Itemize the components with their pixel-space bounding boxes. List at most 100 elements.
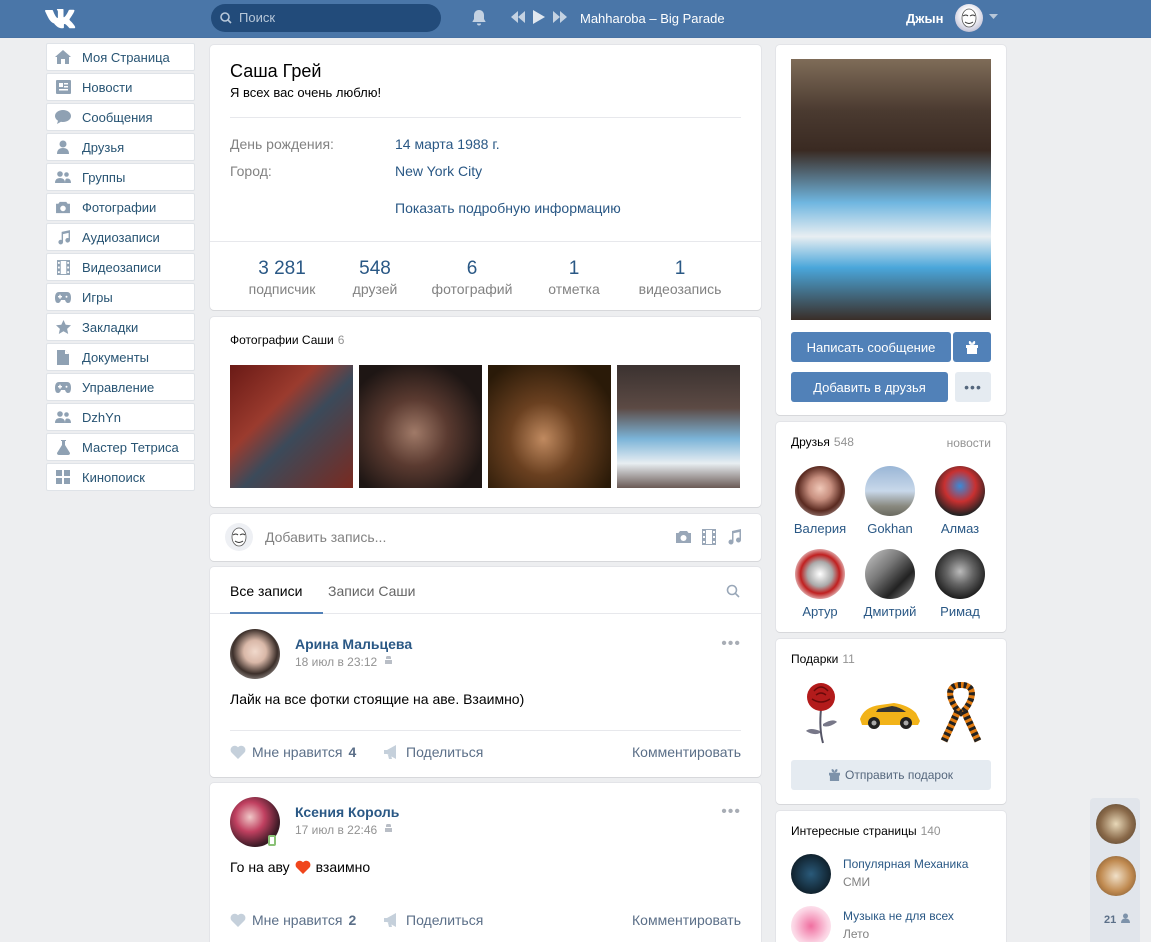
- friend-avatar: [935, 466, 985, 516]
- gift-rose-icon[interactable]: [796, 679, 846, 745]
- comment-button[interactable]: Комментировать: [632, 744, 741, 760]
- sidebar-item-label: Фотографии: [82, 199, 157, 215]
- sidebar-item[interactable]: Кинопоиск: [46, 463, 195, 491]
- photo-thumbnail[interactable]: [488, 365, 611, 488]
- next-track-icon[interactable]: [553, 11, 567, 23]
- write-message-button[interactable]: Написать сообщение: [791, 332, 951, 362]
- pages-title[interactable]: Интересные страницы 140: [791, 824, 941, 838]
- post-date[interactable]: 18 июл в 23:12: [295, 655, 393, 669]
- sidebar-item[interactable]: Управление: [46, 373, 195, 401]
- chat-contact-avatar[interactable]: [1096, 804, 1136, 844]
- sidebar-item-label: Документы: [82, 349, 150, 365]
- user-avatar[interactable]: [955, 4, 983, 32]
- chat-contact-avatar[interactable]: [1096, 856, 1136, 896]
- share-label: Поделиться: [406, 912, 484, 928]
- counter-label: видеозапись: [638, 281, 722, 297]
- friend-item[interactable]: Валерия: [785, 466, 855, 536]
- friend-item[interactable]: Алмаз: [925, 466, 995, 536]
- counter-videos[interactable]: 1 видеозапись: [630, 258, 730, 297]
- audio-player: [511, 10, 567, 24]
- sidebar-item[interactable]: Документы: [46, 343, 195, 371]
- sidebar-item[interactable]: Игры: [46, 283, 195, 311]
- profile-photo[interactable]: [791, 59, 991, 320]
- sidebar-item-label: Друзья: [82, 139, 125, 155]
- sidebar-item[interactable]: DzhYn: [46, 403, 195, 431]
- birthday-value[interactable]: 14 марта 1988 г.: [395, 136, 500, 152]
- chat-sidebar: 21: [1090, 798, 1140, 942]
- friend-item[interactable]: Артур: [785, 549, 855, 619]
- sidebar-item[interactable]: Группы: [46, 163, 195, 191]
- friend-item[interactable]: Римад: [925, 549, 995, 619]
- gifts-title[interactable]: Подарки 11: [791, 652, 855, 666]
- city-value[interactable]: New York City: [395, 163, 482, 179]
- friends-title[interactable]: Друзья 548: [791, 435, 854, 449]
- gift-ribbon-icon[interactable]: [936, 679, 986, 745]
- sidebar-item-label: Мастер Тетриса: [82, 439, 179, 455]
- show-more-info-link[interactable]: Показать подробную информацию: [395, 200, 621, 216]
- sidebar-item[interactable]: Мастер Тетриса: [46, 433, 195, 461]
- counter-followers[interactable]: 3 281 подписчик: [240, 258, 324, 297]
- sidebar-item[interactable]: Закладки: [46, 313, 195, 341]
- tab-all-posts[interactable]: Все записи: [230, 583, 302, 599]
- sidebar-item[interactable]: Сообщения: [46, 103, 195, 131]
- photo-thumbnail[interactable]: [359, 365, 482, 488]
- home-icon: [55, 49, 71, 65]
- share-button[interactable]: Поделиться: [384, 912, 483, 928]
- sidebar-item[interactable]: Аудиозаписи: [46, 223, 195, 251]
- sidebar-item[interactable]: Фотографии: [46, 193, 195, 221]
- like-button[interactable]: Мне нравится 2: [230, 912, 356, 928]
- vk-logo-icon[interactable]: [45, 6, 81, 30]
- sidebar-item-label: Кинопоиск: [82, 469, 145, 485]
- more-actions-button[interactable]: •••: [955, 372, 991, 402]
- online-count[interactable]: 21: [1104, 913, 1131, 926]
- user-icon: [55, 139, 71, 155]
- sidebar-item[interactable]: Моя Страница: [46, 43, 195, 71]
- sidebar-item[interactable]: Друзья: [46, 133, 195, 161]
- user-name[interactable]: Джын: [906, 11, 943, 26]
- friend-item[interactable]: Дмитрий: [855, 549, 925, 619]
- search-icon[interactable]: [726, 584, 740, 598]
- send-gift-button[interactable]: Отправить подарок: [791, 760, 991, 790]
- prev-track-icon[interactable]: [511, 11, 525, 23]
- wall-tabs: Все записи Записи Саши: [210, 567, 761, 614]
- music-icon[interactable]: [727, 529, 741, 545]
- post-actions: Мне нравится 2 Поделиться Комментировать: [230, 912, 741, 932]
- counter-tags[interactable]: 1 отметка: [540, 258, 608, 297]
- wall-post-card: Ксения Король 17 июл в 22:46 ••• Го на а…: [210, 783, 761, 942]
- counter-photos[interactable]: 6 фотографий: [425, 258, 519, 297]
- add-friend-button[interactable]: Добавить в друзья: [791, 372, 948, 402]
- counter-label: фотографий: [431, 281, 513, 297]
- more-options-icon[interactable]: •••: [721, 635, 741, 653]
- share-button[interactable]: Поделиться: [384, 744, 483, 760]
- bell-icon[interactable]: [470, 9, 488, 27]
- gift-button[interactable]: [953, 332, 991, 362]
- post-author[interactable]: Ксения Король: [295, 804, 399, 820]
- current-track[interactable]: Mahharoba – Big Parade: [580, 11, 725, 26]
- like-label: Мне нравится: [252, 912, 343, 928]
- post-author-avatar[interactable]: [230, 629, 280, 679]
- post-author[interactable]: Арина Мальцева: [295, 636, 412, 652]
- camera-icon[interactable]: [675, 530, 692, 544]
- chevron-down-icon[interactable]: [989, 14, 998, 20]
- sidebar-item[interactable]: Новости: [46, 73, 195, 101]
- sidebar-item[interactable]: Видеозаписи: [46, 253, 195, 281]
- gift-car-icon[interactable]: [856, 697, 924, 731]
- profile-avatar-card: Написать сообщение Добавить в друзья •••: [776, 45, 1006, 415]
- friends-news-link[interactable]: новости: [947, 436, 991, 450]
- like-button[interactable]: Мне нравится 4: [230, 744, 356, 760]
- video-icon[interactable]: [702, 529, 716, 545]
- profile-status: Я всех вас очень люблю!: [230, 85, 382, 100]
- photo-thumbnail[interactable]: [617, 365, 740, 488]
- photos-title[interactable]: Фотографии Саши 6: [230, 333, 344, 347]
- play-icon[interactable]: [533, 10, 545, 24]
- comment-button[interactable]: Комментировать: [632, 912, 741, 928]
- sidebar-item-label: Сообщения: [82, 109, 153, 125]
- tab-own-posts[interactable]: Записи Саши: [328, 583, 415, 599]
- friend-item[interactable]: Gokhan: [855, 466, 925, 536]
- photo-thumbnail[interactable]: [230, 365, 353, 488]
- counter-friends[interactable]: 548 друзей: [345, 258, 405, 297]
- post-date[interactable]: 17 июл в 22:46: [295, 823, 393, 837]
- compose-input[interactable]: Добавить запись...: [265, 529, 386, 545]
- search-input[interactable]: Поиск: [211, 4, 441, 32]
- more-options-icon[interactable]: •••: [721, 803, 741, 821]
